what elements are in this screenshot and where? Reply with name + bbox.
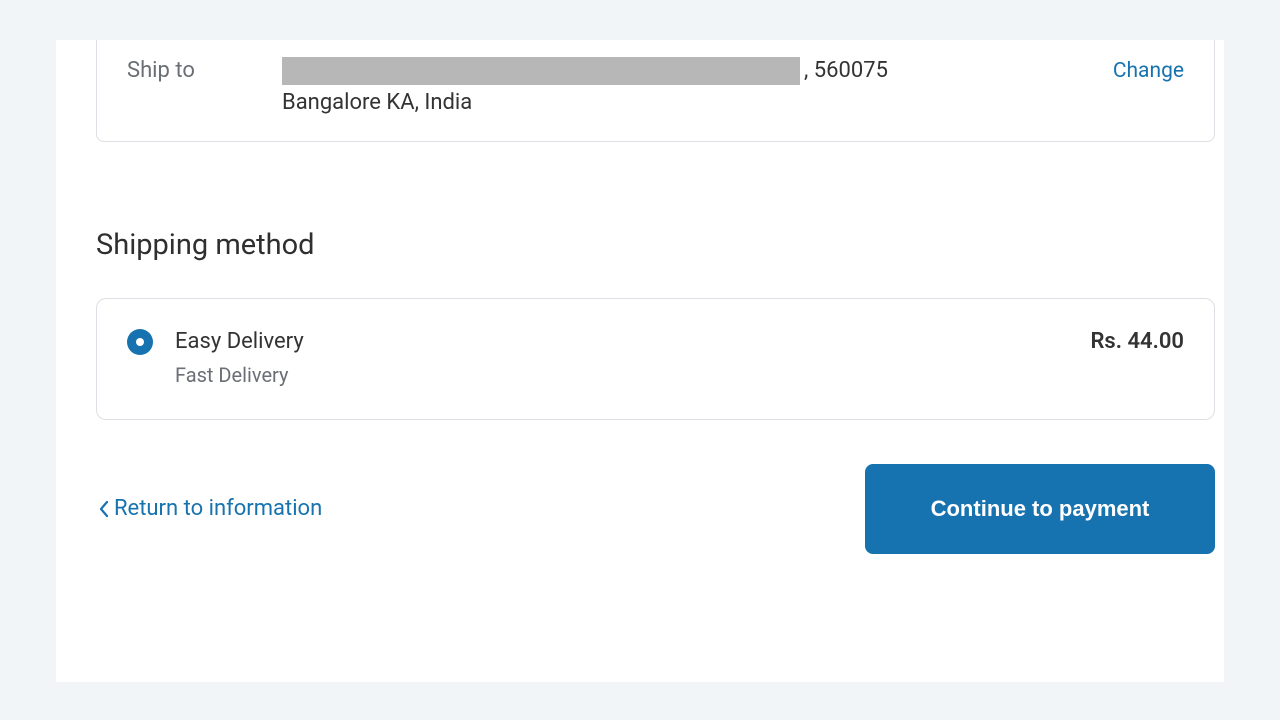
shipping-option-title: Easy Delivery [175,327,1068,357]
actions-row: Return to information Continue to paymen… [96,464,1215,554]
shipping-method-box: Easy Delivery Fast Delivery Rs. 44.00 [96,298,1215,420]
radio-selected-icon [127,329,153,355]
redacted-address [282,57,800,85]
change-ship-to-link[interactable]: Change [1113,55,1184,87]
ship-to-value: , 560075 Bangalore KA, India [282,55,1083,119]
chevron-left-icon [96,497,112,521]
ship-to-row: Ship to , 560075 Bangalore KA, India Cha… [97,40,1214,141]
shipping-option-subtitle: Fast Delivery [175,361,1068,389]
return-to-information-link[interactable]: Return to information [96,494,322,524]
ship-to-pin: , 560075 [804,55,888,87]
shipping-option-price: Rs. 44.00 [1090,327,1184,357]
continue-to-payment-button[interactable]: Continue to payment [865,464,1215,554]
summary-box: Ship to , 560075 Bangalore KA, India Cha… [96,40,1215,142]
return-to-information-label: Return to information [114,494,322,524]
ship-to-line2: Bangalore KA, India [282,87,1083,119]
shipping-option[interactable]: Easy Delivery Fast Delivery Rs. 44.00 [97,299,1214,419]
ship-to-label: Ship to [127,55,252,87]
shipping-method-heading: Shipping method [96,228,1224,262]
